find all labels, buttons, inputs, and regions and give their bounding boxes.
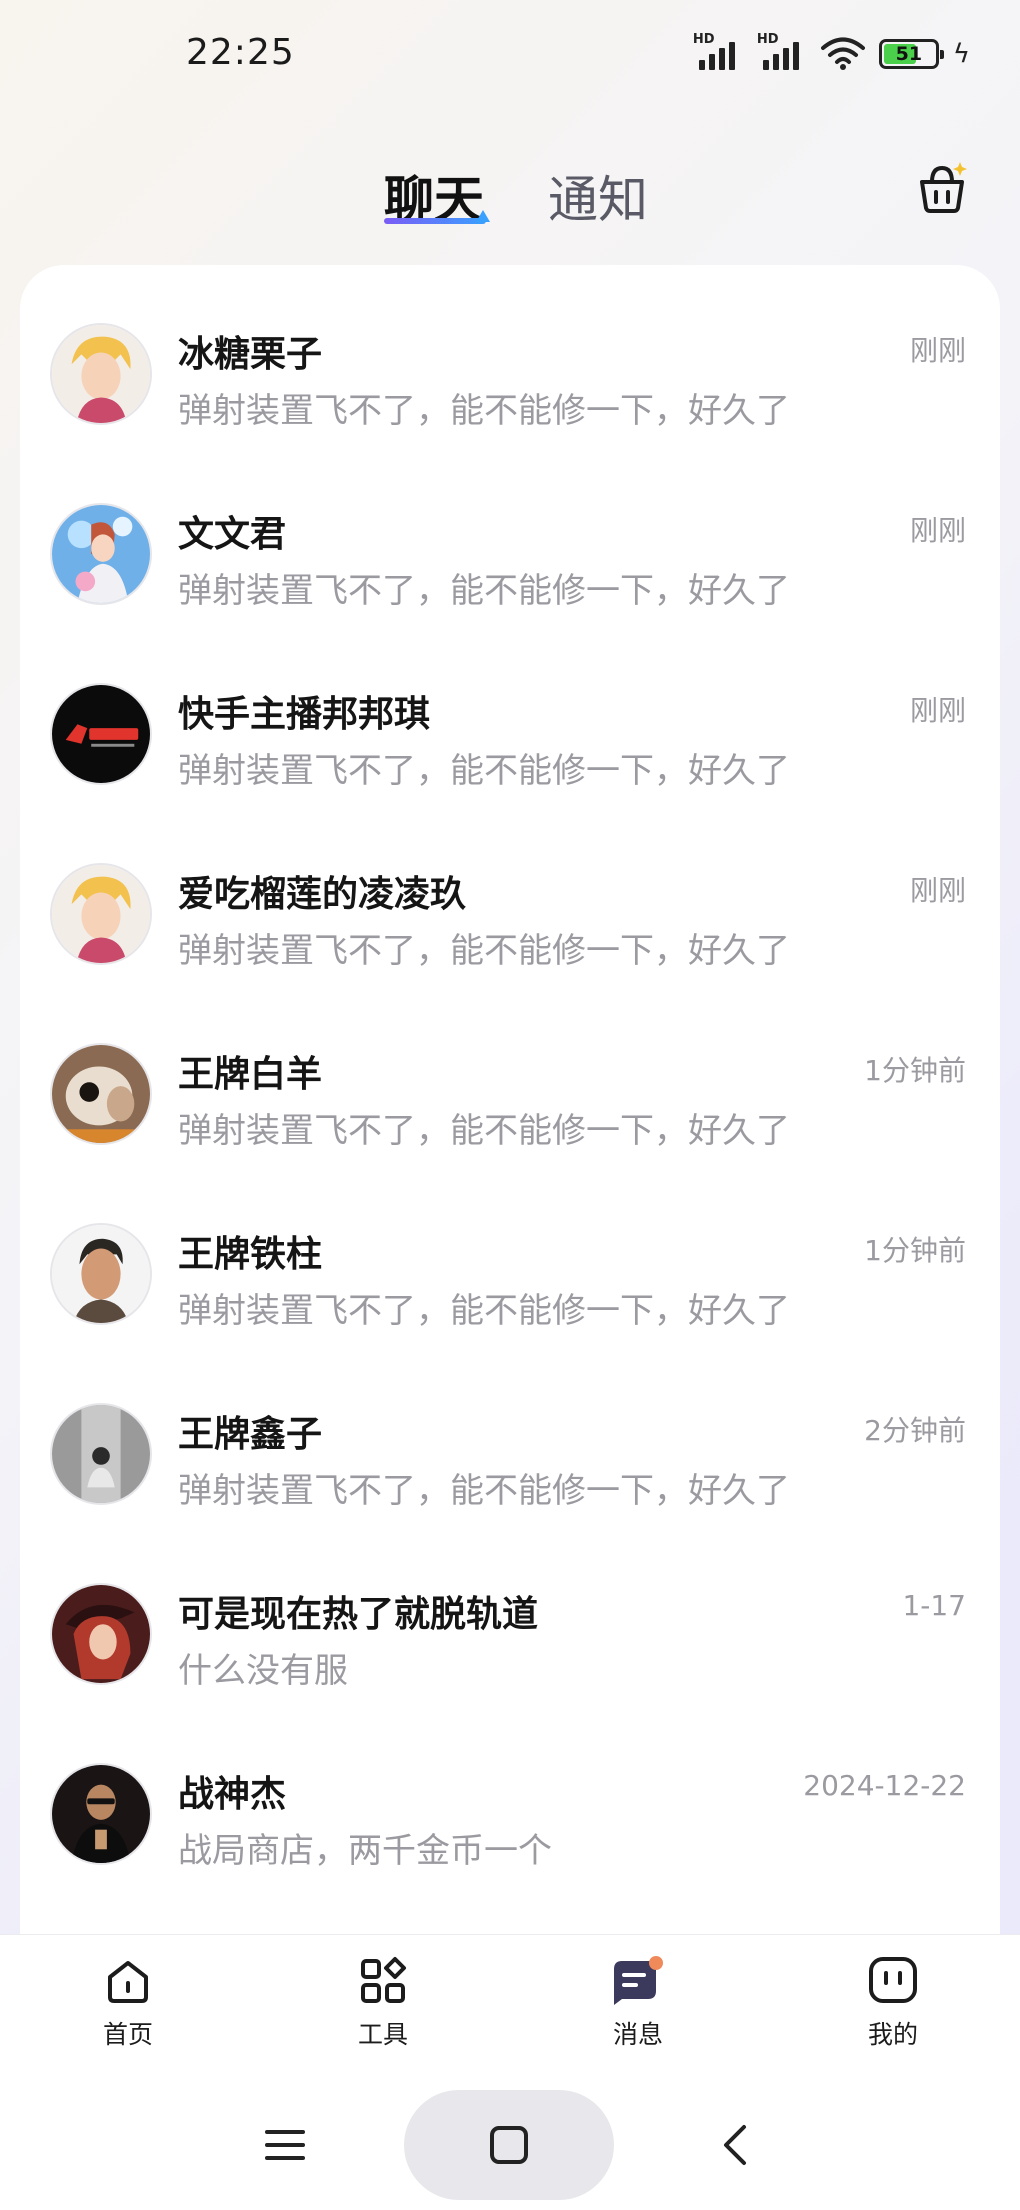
chat-name: 王牌白羊 bbox=[178, 1054, 323, 1095]
home-icon bbox=[108, 1961, 148, 2003]
red-hair-character-avatar bbox=[50, 1583, 152, 1685]
header-tabs: 聊天 通知 bbox=[0, 140, 1020, 250]
chat-preview: 弹射装置飞不了，能不能修一下，好久了 bbox=[178, 1291, 790, 1331]
chat-name: 王牌铁柱 bbox=[178, 1234, 323, 1275]
chat-name: 冰糖栗子 bbox=[178, 334, 323, 375]
chat-time: 2分钟前 bbox=[864, 1414, 966, 1447]
chat-preview: 弹射装置飞不了，能不能修一下，好久了 bbox=[178, 1471, 790, 1511]
chat-row[interactable]: 文文君 弹射装置飞不了，能不能修一下，好久了 刚刚 bbox=[20, 445, 1000, 625]
chat-preview: 弹射装置飞不了，能不能修一下，好久了 bbox=[178, 571, 790, 611]
wifi-icon bbox=[820, 37, 865, 70]
chat-time: 1-17 bbox=[902, 1589, 966, 1622]
system-menu-button[interactable] bbox=[250, 2090, 320, 2200]
anime-girl-blue-avatar bbox=[50, 503, 152, 605]
cellular-signal-icon: HD bbox=[693, 32, 743, 72]
chat-row[interactable]: 可是现在热了就脱轨道 什么没有服 1-17 bbox=[20, 1525, 1000, 1705]
back-chevron-icon bbox=[724, 2125, 746, 2165]
chat-name: 王牌鑫子 bbox=[178, 1414, 323, 1455]
chat-preview: 弹射装置飞不了，能不能修一下，好久了 bbox=[178, 751, 790, 791]
status-bar: 22:25 HD HD 51 ϟ bbox=[0, 0, 1020, 110]
chat-name: 快手主播邦邦琪 bbox=[178, 694, 431, 735]
grid-tools-icon bbox=[361, 1957, 406, 2003]
system-nav-bar bbox=[0, 2074, 1020, 2210]
chat-preview: 什么没有服 bbox=[178, 1651, 348, 1691]
chat-time: 刚刚 bbox=[909, 694, 966, 727]
chat-name: 文文君 bbox=[178, 514, 287, 555]
battery-level: 51 bbox=[895, 43, 923, 65]
chat-row[interactable]: 王牌白羊 弹射装置飞不了，能不能修一下，好久了 1分钟前 bbox=[20, 985, 1000, 1165]
nav-me-label: 我的 bbox=[867, 2020, 918, 2049]
status-icons: HD HD 51 ϟ bbox=[693, 32, 970, 76]
chat-row[interactable]: 冰糖栗子 弹射装置飞不了，能不能修一下，好久了 刚刚 bbox=[20, 265, 1000, 445]
nav-home-label: 首页 bbox=[102, 2020, 153, 2049]
charging-bolt-icon: ϟ bbox=[952, 39, 970, 69]
nav-home[interactable]: 首页 bbox=[58, 1955, 198, 2065]
chat-preview: 弹射装置飞不了，能不能修一下，好久了 bbox=[178, 1111, 790, 1151]
menu-icon bbox=[265, 2130, 305, 2160]
game-character-avatar bbox=[50, 1223, 152, 1325]
profile-face-icon bbox=[869, 1957, 917, 2003]
chat-name: 战神杰 bbox=[178, 1774, 287, 1815]
chat-time: 1分钟前 bbox=[864, 1234, 966, 1267]
chat-list: 冰糖栗子 弹射装置飞不了，能不能修一下，好久了 刚刚 文文君 弹射装置飞不了，能… bbox=[20, 265, 1000, 1935]
chat-row[interactable]: 爱吃榴莲的凌凌玖 弹射装置飞不了，能不能修一下，好久了 刚刚 bbox=[20, 805, 1000, 985]
nav-messages[interactable]: 消息 bbox=[568, 1955, 708, 2065]
system-home-button[interactable] bbox=[404, 2090, 614, 2200]
screen: 22:25 HD HD 51 ϟ 聊天 通知 冰糖栗子 弹射装置飞不了，能不能修… bbox=[0, 0, 1020, 2210]
shopping-basket-icon[interactable] bbox=[914, 160, 970, 216]
chat-row[interactable]: 王牌鑫子 弹射装置飞不了，能不能修一下，好久了 2分钟前 bbox=[20, 1345, 1000, 1525]
chat-preview: 弹射装置飞不了，能不能修一下，好久了 bbox=[178, 391, 790, 431]
anime-blonde-avatar bbox=[50, 323, 152, 425]
chat-row[interactable]: 快手主播邦邦琪 弹射装置飞不了，能不能修一下，好久了 刚刚 bbox=[20, 625, 1000, 805]
nav-me[interactable]: 我的 bbox=[823, 1955, 963, 2065]
chat-time: 1分钟前 bbox=[864, 1054, 966, 1087]
person-photo-avatar bbox=[50, 1403, 152, 1505]
nav-tools[interactable]: 工具 bbox=[313, 1955, 453, 2065]
nav-tools-label: 工具 bbox=[357, 2020, 408, 2049]
chat-time: 刚刚 bbox=[909, 514, 966, 547]
chat-row[interactable]: 王牌铁柱 弹射装置飞不了，能不能修一下，好久了 1分钟前 bbox=[20, 1165, 1000, 1345]
chat-time: 刚刚 bbox=[909, 334, 966, 367]
message-icon bbox=[614, 1956, 663, 2005]
chat-time: 2024-12-22 bbox=[803, 1769, 966, 1802]
animal-photo-avatar bbox=[50, 1043, 152, 1145]
tab-notify[interactable]: 通知 bbox=[548, 160, 648, 232]
square-home-icon bbox=[490, 2126, 528, 2164]
chat-preview: 战局商店，两千金币一个 bbox=[178, 1831, 552, 1871]
status-time: 22:25 bbox=[186, 32, 295, 73]
active-tab-indicator bbox=[384, 210, 490, 224]
chat-name: 爱吃榴莲的凌凌玖 bbox=[178, 874, 467, 915]
chat-preview: 弹射装置飞不了，能不能修一下，好久了 bbox=[178, 931, 790, 971]
nav-messages-label: 消息 bbox=[612, 2020, 663, 2049]
bottom-nav: 首页 工具 消息 我的 bbox=[0, 1934, 1020, 2074]
anime-blonde-avatar bbox=[50, 863, 152, 965]
chat-row[interactable]: 战神杰 战局商店，两千金币一个 2024-12-22 bbox=[20, 1705, 1000, 1885]
cellular-signal-2-icon: HD bbox=[757, 32, 807, 72]
chat-time: 刚刚 bbox=[909, 874, 966, 907]
system-back-button[interactable] bbox=[700, 2090, 770, 2200]
chat-name: 可是现在热了就脱轨道 bbox=[178, 1594, 539, 1635]
battery-icon: 51 bbox=[878, 39, 944, 69]
hero-games-logo-avatar bbox=[50, 683, 152, 785]
dark-suit-avatar bbox=[50, 1763, 152, 1865]
